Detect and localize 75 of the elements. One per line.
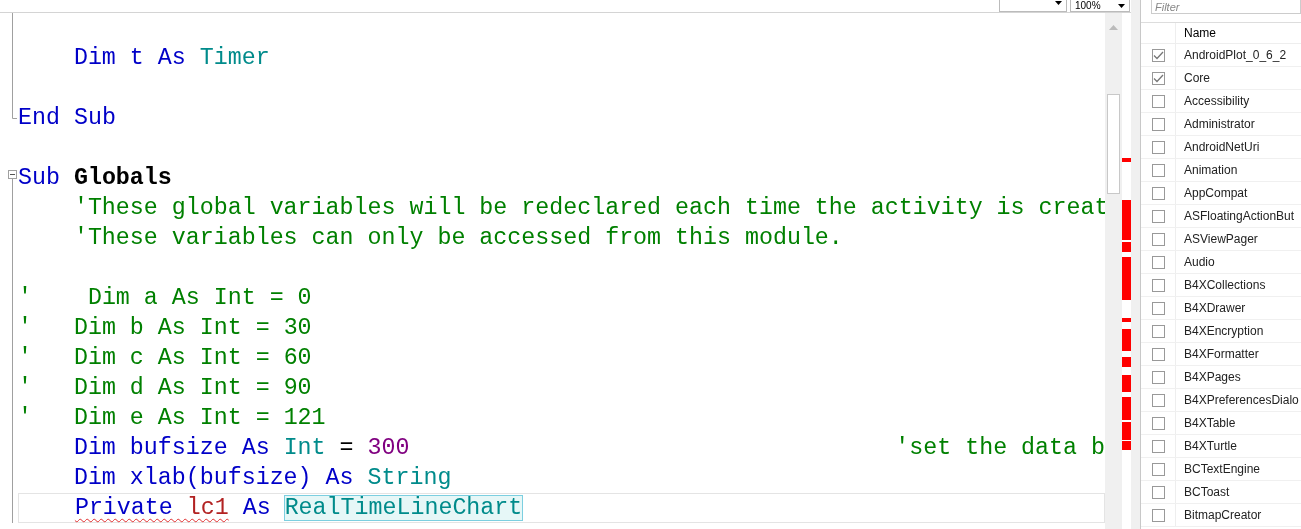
checkbox[interactable]	[1151, 255, 1165, 269]
checkbox[interactable]	[1151, 416, 1165, 430]
library-name[interactable]: B4XTurtle	[1176, 435, 1237, 457]
code-comment: 'set the data b	[895, 434, 1105, 463]
vertical-scrollbar[interactable]	[1105, 13, 1122, 529]
caret-icon	[1118, 4, 1125, 8]
checkbox[interactable]	[1151, 485, 1165, 499]
code-comment: ' Dim a As Int = 0	[18, 284, 312, 313]
checkbox[interactable]	[1151, 232, 1165, 246]
collapse-icon[interactable]	[8, 170, 17, 193]
code-comment: 'These variables can only be accessed from this module.	[73, 224, 843, 253]
checkbox[interactable]	[1151, 462, 1165, 476]
code-comment: ' Dim d As Int = 90	[18, 374, 312, 403]
filter-field[interactable]: Filter	[1151, 0, 1301, 14]
code-token: Dim xlab(bufsize) As	[73, 464, 355, 493]
library-name[interactable]: Core	[1176, 67, 1210, 89]
library-name[interactable]: B4XDrawer	[1176, 297, 1246, 319]
library-name[interactable]: Audio	[1176, 251, 1215, 273]
library-name[interactable]: Accessibility	[1176, 90, 1250, 112]
library-name[interactable]: B4XCollections	[1176, 274, 1266, 296]
code-token: String	[367, 464, 452, 493]
code-token: 300	[367, 434, 410, 463]
library-name[interactable]: AppCompat	[1176, 182, 1248, 204]
library-name[interactable]: BitmapCreator	[1176, 504, 1262, 526]
checkbox[interactable]	[1151, 324, 1165, 338]
code-token: Int	[283, 434, 326, 463]
code-token: Timer	[199, 44, 270, 73]
code-token: =	[338, 434, 355, 463]
checkbox[interactable]	[1151, 508, 1165, 522]
code-token: Private	[74, 494, 174, 522]
zoom-dropdown[interactable]: 100%	[1070, 0, 1130, 12]
scroll-up-icon[interactable]	[1109, 25, 1118, 30]
code-comment: ' Dim b As Int = 30	[18, 314, 312, 343]
library-name[interactable]: B4XEncryption	[1176, 320, 1264, 342]
splitter[interactable]	[1131, 0, 1141, 529]
scrollbar-thumb[interactable]	[1107, 94, 1120, 194]
checkbox[interactable]	[1151, 186, 1165, 200]
code-token: RealTimeLineChart	[284, 496, 523, 520]
checkbox[interactable]	[1151, 278, 1165, 292]
code-token: Sub	[18, 164, 61, 193]
code-comment: ' Dim c As Int = 60	[18, 344, 312, 373]
library-name[interactable]: B4XPages	[1176, 366, 1241, 388]
library-name[interactable]: B4XTable	[1176, 412, 1236, 434]
checkbox[interactable]	[1151, 71, 1165, 85]
checkbox[interactable]	[1151, 209, 1165, 223]
checkbox[interactable]	[1151, 140, 1165, 154]
checkbox[interactable]	[1151, 347, 1165, 361]
code-token: End Sub	[18, 104, 116, 133]
checkbox[interactable]	[1151, 301, 1165, 315]
column-header[interactable]: Name	[1176, 23, 1216, 43]
library-name[interactable]: AndroidNetUri	[1176, 136, 1260, 158]
library-name[interactable]: Animation	[1176, 159, 1238, 181]
code-comment: ' Dim e As Int = 121	[18, 404, 326, 433]
code-token: As	[241, 494, 272, 522]
library-name[interactable]: ASViewPager	[1176, 228, 1258, 250]
checkbox[interactable]	[1151, 439, 1165, 453]
library-name[interactable]: Administrator	[1176, 113, 1255, 135]
checkbox[interactable]	[1151, 370, 1165, 384]
library-name[interactable]: B4XFormatter	[1176, 343, 1259, 365]
checkbox[interactable]	[1151, 94, 1165, 108]
library-name[interactable]: B4XPreferencesDialo	[1176, 389, 1299, 411]
code-token: Dim t As	[73, 44, 187, 73]
checkbox[interactable]	[1151, 48, 1165, 62]
checkbox[interactable]	[1151, 163, 1165, 177]
library-name[interactable]: AndroidPlot_0_6_2	[1176, 44, 1287, 66]
code-token: Dim bufsize As	[73, 434, 271, 463]
checkbox[interactable]	[1151, 117, 1165, 131]
checkbox[interactable]	[1151, 393, 1165, 407]
library-name[interactable]: BCTextEngine	[1176, 458, 1261, 480]
caret-icon	[1055, 0, 1062, 5]
code-token: Globals	[73, 164, 172, 193]
library-name[interactable]: BCToast	[1176, 481, 1230, 503]
code-token: lc1	[186, 494, 229, 522]
dropdown[interactable]	[999, 0, 1067, 12]
library-name[interactable]: ASFloatingActionBut	[1176, 205, 1295, 227]
